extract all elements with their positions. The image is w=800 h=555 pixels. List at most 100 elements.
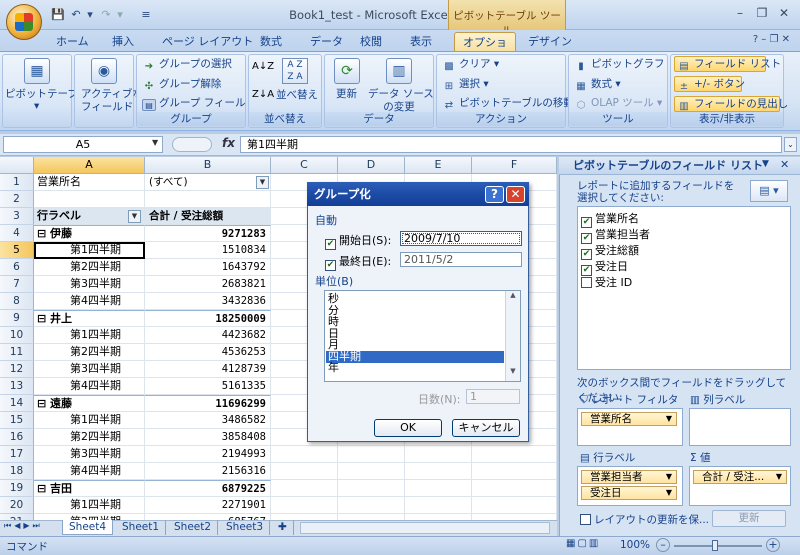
cell-a[interactable]: 第1四半期: [34, 412, 145, 429]
pivot-chart-button[interactable]: ▮ ピボットグラフ: [574, 58, 664, 73]
row-header[interactable]: 5: [0, 242, 34, 259]
field-checkbox[interactable]: ✔: [581, 249, 592, 260]
row-header[interactable]: 14: [0, 395, 34, 412]
field-item[interactable]: ✔ 営業所名: [581, 212, 639, 228]
row-chip-tantousha[interactable]: 営業担当者 ▼: [581, 470, 677, 484]
plus-minus-toggle[interactable]: ± +/- ボタン: [674, 76, 745, 92]
column-header-c[interactable]: C: [271, 157, 338, 174]
tab-design[interactable]: デザイン: [522, 32, 578, 52]
row-header[interactable]: 4: [0, 225, 34, 242]
end-date-checkbox[interactable]: ✔ 最終日(E):: [325, 253, 391, 271]
column-header-b[interactable]: B: [145, 157, 271, 174]
insert-function-icon[interactable]: fx: [222, 136, 235, 150]
field-item[interactable]: 受注 ID: [581, 276, 632, 289]
dialog-close-icon[interactable]: ✕: [506, 186, 525, 203]
cell-a[interactable]: 第2四半期: [34, 429, 145, 446]
minimize-icon[interactable]: –: [730, 4, 750, 22]
field-item[interactable]: ✔ 受注日: [581, 260, 628, 276]
field-checkbox[interactable]: ✔: [581, 233, 592, 244]
active-field-button[interactable]: アクティブな フィールド: [81, 88, 143, 114]
field-checkbox[interactable]: [581, 277, 592, 288]
sort-button[interactable]: 並べ替え: [276, 89, 318, 102]
row-header[interactable]: 13: [0, 378, 34, 395]
column-header-f[interactable]: F: [472, 157, 557, 174]
field-headers-toggle[interactable]: ▥ フィールドの見出し: [674, 96, 788, 112]
empty-cell[interactable]: [405, 480, 472, 497]
cell-b[interactable]: 11696299: [145, 395, 271, 412]
unit-option[interactable]: 分: [326, 305, 504, 317]
cell-b[interactable]: 2156316: [145, 463, 271, 480]
name-box[interactable]: A5: [3, 136, 163, 153]
name-box-dropdown-icon[interactable]: ▼: [152, 138, 158, 147]
cell-a[interactable]: ⊟ 井上: [34, 310, 145, 327]
group-selection-button[interactable]: ➔ グループの選択: [142, 58, 232, 73]
start-date-input[interactable]: 2009/7/10: [400, 231, 522, 246]
close-window-icon[interactable]: ✕: [774, 4, 794, 22]
tab-home[interactable]: ホーム: [50, 32, 95, 52]
row-header[interactable]: 9: [0, 310, 34, 327]
cell-b[interactable]: 6879225: [145, 480, 271, 497]
filter-dropdown-icon[interactable]: ▼: [256, 176, 269, 189]
cell-a[interactable]: ⊟ 吉田: [34, 480, 145, 497]
field-layout-icon[interactable]: ▤ ▾: [750, 180, 788, 202]
clear-button[interactable]: ▩ クリア ▾: [442, 58, 499, 73]
row-header[interactable]: 10: [0, 327, 34, 344]
row-label-filter-icon[interactable]: ▼: [128, 210, 141, 223]
end-date-input[interactable]: 2011/5/2: [400, 252, 522, 267]
column-header-e[interactable]: E: [405, 157, 472, 174]
end-date-check[interactable]: ✔: [325, 260, 336, 271]
cell-a[interactable]: 第1四半期: [34, 327, 145, 344]
refresh-button[interactable]: 更新: [336, 88, 357, 101]
cell-a[interactable]: 第2四半期: [34, 344, 145, 361]
row-header[interactable]: 15: [0, 412, 34, 429]
tab-review[interactable]: 校閲: [354, 32, 388, 52]
cell-a[interactable]: 営業所名: [34, 174, 145, 191]
sheet-tab-sheet2[interactable]: Sheet2: [168, 520, 219, 535]
zoom-slider[interactable]: [674, 545, 762, 547]
formula-resize-handle[interactable]: [172, 137, 212, 152]
field-checkbox[interactable]: ✔: [581, 265, 592, 276]
cell-b[interactable]: 3486582: [145, 412, 271, 429]
cell-b[interactable]: 1510834: [145, 242, 271, 259]
zoom-out-icon[interactable]: –: [656, 538, 670, 552]
chip-dropdown-icon[interactable]: ▼: [666, 487, 672, 499]
help-icon[interactable]: ? – ❐ ✕: [720, 34, 790, 48]
empty-cell[interactable]: [405, 446, 472, 463]
cancel-button[interactable]: キャンセル: [452, 419, 520, 437]
empty-cell[interactable]: [338, 480, 405, 497]
chip-dropdown-icon[interactable]: ▼: [666, 471, 672, 483]
cell-a[interactable]: 第4四半期: [34, 378, 145, 395]
unit-scrollbar[interactable]: ▲ ▼: [505, 291, 520, 381]
row-header[interactable]: 7: [0, 276, 34, 293]
column-header-d[interactable]: D: [338, 157, 405, 174]
field-item[interactable]: ✔ 営業担当者: [581, 228, 650, 244]
change-data-source-button[interactable]: データ ソース の変更: [368, 88, 434, 114]
cell-b[interactable]: 合計 / 受注総額: [145, 208, 271, 225]
cell-a[interactable]: 第1四半期: [34, 242, 145, 259]
column-header-a[interactable]: A: [34, 157, 145, 174]
cell-b[interactable]: 2271901: [145, 497, 271, 514]
empty-cell[interactable]: [472, 480, 557, 497]
cell-a[interactable]: 第3四半期: [34, 276, 145, 293]
sort-descending-icon[interactable]: Z↓A: [252, 88, 274, 101]
move-pivot-button[interactable]: ⇄ ピボットテーブルの移動: [442, 97, 574, 112]
empty-cell[interactable]: [405, 497, 472, 514]
ok-button[interactable]: OK: [374, 419, 442, 437]
cell-a[interactable]: 第3四半期: [34, 361, 145, 378]
row-header[interactable]: 6: [0, 259, 34, 276]
dialog-help-icon[interactable]: ?: [485, 186, 504, 203]
cell-a[interactable]: 第2四半期: [34, 259, 145, 276]
horizontal-scrollbar[interactable]: [300, 522, 550, 534]
cell-a[interactable]: ⊟ 伊藤: [34, 225, 145, 242]
tab-view[interactable]: 表示: [404, 32, 438, 52]
scroll-down-icon[interactable]: ▼: [506, 367, 520, 375]
insert-sheet-icon[interactable]: ✚: [272, 520, 294, 535]
defer-update-checkbox[interactable]: レイアウトの更新を保...: [580, 512, 709, 527]
cell-a[interactable]: 第4四半期: [34, 463, 145, 480]
cell-b[interactable]: 18250009: [145, 310, 271, 327]
empty-cell[interactable]: [472, 497, 557, 514]
expand-formula-icon[interactable]: ⌄: [784, 137, 797, 152]
pivot-table-dropdown-icon[interactable]: ▾: [34, 100, 39, 113]
cell-b[interactable]: 4536253: [145, 344, 271, 361]
cell-b[interactable]: 3432836: [145, 293, 271, 310]
